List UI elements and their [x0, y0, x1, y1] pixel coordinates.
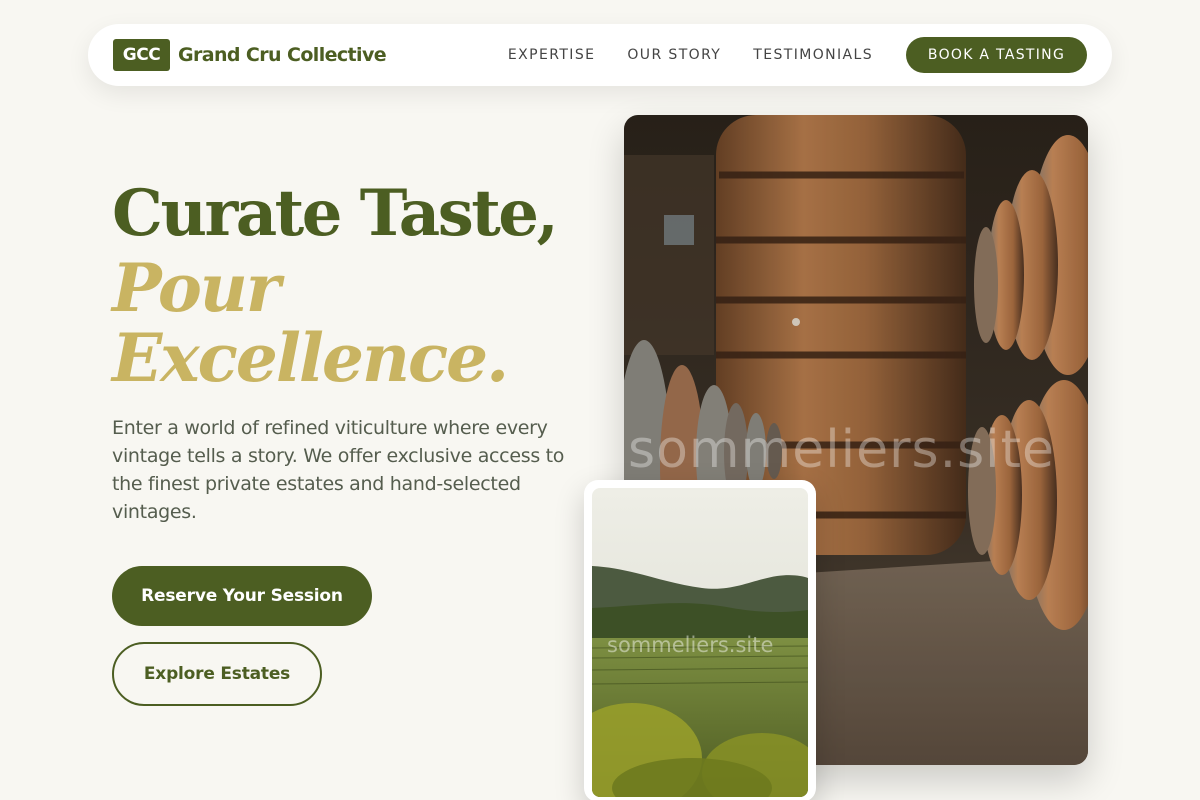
book-tasting-button[interactable]: BOOK A TASTING: [906, 37, 1087, 73]
reserve-session-button[interactable]: Reserve Your Session: [112, 566, 372, 626]
hero-heading-line3: Excellence.: [112, 319, 509, 397]
explore-estates-button[interactable]: Explore Estates: [112, 642, 322, 706]
nav-links: EXPERTISE OUR STORY TESTIMONIALS BOOK A …: [476, 37, 1087, 73]
hero-heading: Curate Taste, Pour Excellence.: [112, 175, 559, 397]
logo-badge: GCC: [113, 39, 170, 71]
nav-link-expertise[interactable]: EXPERTISE: [508, 47, 595, 63]
hero-heading-line2: Pour: [112, 249, 281, 327]
nav-link-our-story[interactable]: OUR STORY: [627, 47, 721, 63]
hero-heading-line1: Curate Taste,: [112, 176, 559, 251]
hero-description: Enter a world of refined viticulture whe…: [112, 417, 565, 523]
vineyard-photo-card: [584, 480, 816, 800]
logo[interactable]: GCC Grand Cru Collective: [113, 39, 387, 71]
brand-name: Grand Cru Collective: [178, 44, 387, 66]
vineyard-hills-photo: [592, 488, 808, 797]
top-navbar: GCC Grand Cru Collective EXPERTISE OUR S…: [88, 24, 1112, 86]
nav-link-testimonials[interactable]: TESTIMONIALS: [753, 47, 873, 63]
